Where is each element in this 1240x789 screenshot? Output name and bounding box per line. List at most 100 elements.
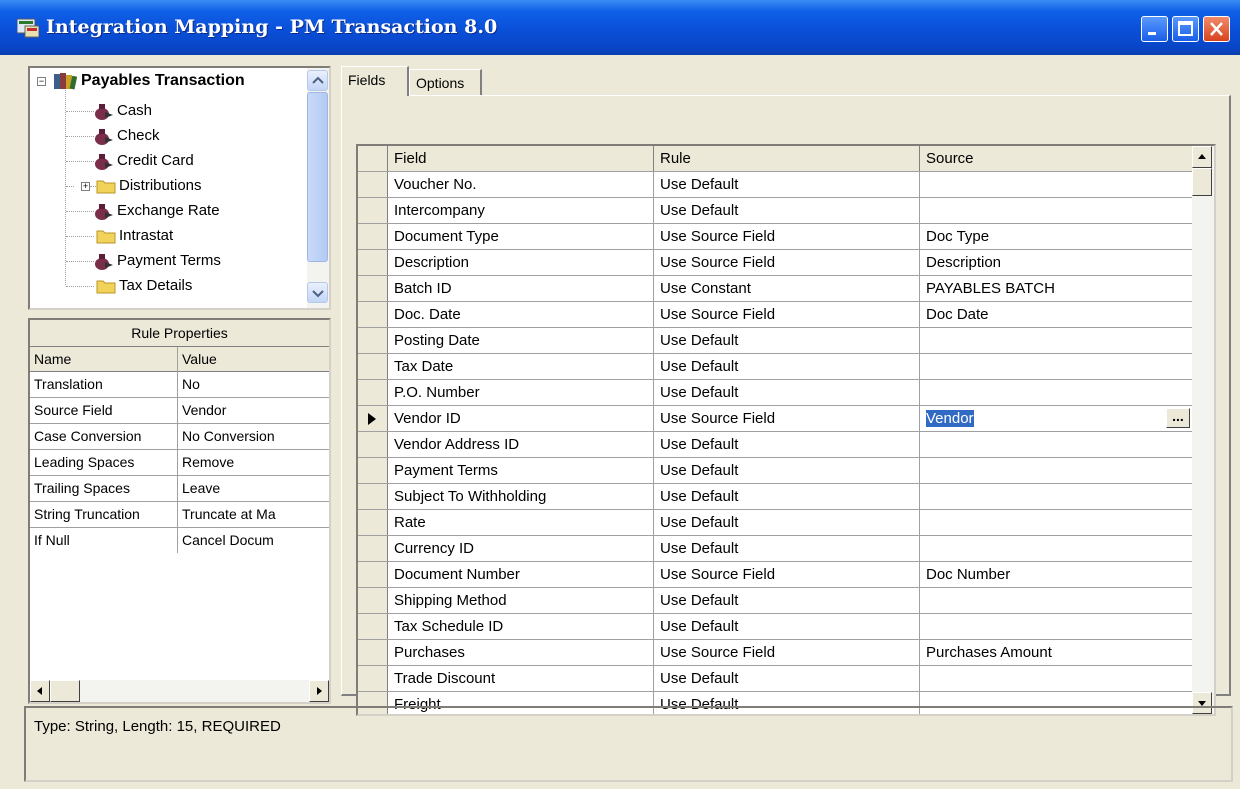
property-value[interactable]: Vendor: [178, 398, 329, 423]
row-selector[interactable]: [358, 328, 388, 353]
field-name-cell[interactable]: Doc. Date: [388, 302, 654, 327]
property-value[interactable]: Cancel Docum: [178, 528, 329, 553]
source-cell[interactable]: PAYABLES BATCH: [920, 276, 1194, 301]
source-cell[interactable]: [920, 172, 1194, 197]
source-cell[interactable]: Vendor: [920, 406, 1194, 431]
field-name-cell[interactable]: Vendor ID: [388, 406, 654, 431]
rule-cell[interactable]: Use Source Field: [654, 250, 920, 275]
field-name-cell[interactable]: Batch ID: [388, 276, 654, 301]
row-selector[interactable]: [358, 458, 388, 483]
tab-fields[interactable]: Fields: [341, 66, 409, 96]
fields-grid[interactable]: Field Rule Source Voucher No. Use Default…: [356, 144, 1216, 716]
field-row[interactable]: Trade Discount Use Default: [358, 666, 1194, 692]
collapse-root-toggle[interactable]: −: [37, 77, 46, 86]
browse-source-button[interactable]: ...: [1166, 408, 1190, 428]
rule-properties-grid[interactable]: Rule Properties Name Value Translation N…: [28, 318, 331, 704]
scroll-right-button[interactable]: [309, 680, 329, 702]
row-selector[interactable]: [358, 198, 388, 223]
row-selector[interactable]: [358, 614, 388, 639]
property-row-case-conversion[interactable]: Case Conversion No Conversion: [30, 424, 329, 450]
source-cell[interactable]: [920, 198, 1194, 223]
rule-cell[interactable]: Use Source Field: [654, 640, 920, 665]
field-row[interactable]: Doc. Date Use Source Field Doc Date: [358, 302, 1194, 328]
rule-cell[interactable]: Use Default: [654, 510, 920, 535]
field-name-cell[interactable]: Document Number: [388, 562, 654, 587]
field-row[interactable]: Description Use Source Field Description: [358, 250, 1194, 276]
field-row[interactable]: Purchases Use Source Field Purchases Amoun…: [358, 640, 1194, 666]
field-name-cell[interactable]: Tax Schedule ID: [388, 614, 654, 639]
row-selector[interactable]: [358, 588, 388, 613]
property-value[interactable]: Remove: [178, 450, 329, 475]
field-name-cell[interactable]: Posting Date: [388, 328, 654, 353]
rule-cell[interactable]: Use Source Field: [654, 224, 920, 249]
field-row[interactable]: Subject To Withholding Use Default: [358, 484, 1194, 510]
property-row-if-null[interactable]: If Null Cancel Docum: [30, 528, 329, 553]
rule-cell[interactable]: Use Default: [654, 614, 920, 639]
field-name-cell[interactable]: Intercompany: [388, 198, 654, 223]
tree-item-payment-terms[interactable]: Payment Terms: [94, 248, 221, 273]
tree-item-intrastat[interactable]: Intrastat: [96, 223, 173, 248]
tree-item-distributions[interactable]: Distributions: [96, 173, 202, 198]
rule-cell[interactable]: Use Default: [654, 588, 920, 613]
property-value[interactable]: Leave: [178, 476, 329, 501]
minimize-button[interactable]: [1141, 16, 1168, 42]
field-row[interactable]: Posting Date Use Default: [358, 328, 1194, 354]
field-name-cell[interactable]: Purchases: [388, 640, 654, 665]
rule-cell[interactable]: Use Constant: [654, 276, 920, 301]
field-name-cell[interactable]: Shipping Method: [388, 588, 654, 613]
column-header-value[interactable]: Value: [178, 347, 329, 372]
source-cell[interactable]: [920, 614, 1194, 639]
rule-cell[interactable]: Use Source Field: [654, 302, 920, 327]
row-selector[interactable]: [358, 666, 388, 691]
field-name-cell[interactable]: P.O. Number: [388, 380, 654, 405]
rule-cell[interactable]: Use Default: [654, 432, 920, 457]
row-selector[interactable]: [358, 250, 388, 275]
field-row[interactable]: Vendor Address ID Use Default: [358, 432, 1194, 458]
source-cell[interactable]: [920, 354, 1194, 379]
field-name-cell[interactable]: Tax Date: [388, 354, 654, 379]
field-row[interactable]: Currency ID Use Default: [358, 536, 1194, 562]
scroll-left-button[interactable]: [30, 680, 50, 702]
source-cell[interactable]: [920, 588, 1194, 613]
fields-scroll-up-button[interactable]: [1192, 146, 1212, 168]
source-cell[interactable]: Purchases Amount: [920, 640, 1194, 665]
field-name-cell[interactable]: Currency ID: [388, 536, 654, 561]
field-row[interactable]: Intercompany Use Default: [358, 198, 1194, 224]
field-row[interactable]: Document Number Use Source Field Doc Numbe…: [358, 562, 1194, 588]
field-row[interactable]: Payment Terms Use Default: [358, 458, 1194, 484]
field-name-cell[interactable]: Voucher No.: [388, 172, 654, 197]
maximize-button[interactable]: [1172, 16, 1199, 42]
property-row-translation[interactable]: Translation No: [30, 372, 329, 398]
tree-root[interactable]: Payables Transaction: [52, 68, 245, 93]
row-selector[interactable]: [358, 484, 388, 509]
property-value[interactable]: Truncate at Ma: [178, 502, 329, 527]
properties-horizontal-scrollbar[interactable]: [30, 680, 329, 702]
field-row[interactable]: Vendor ID Use Source Field Vendor...: [358, 406, 1194, 432]
field-row[interactable]: P.O. Number Use Default: [358, 380, 1194, 406]
property-row-source-field[interactable]: Source Field Vendor: [30, 398, 329, 424]
field-row[interactable]: Voucher No. Use Default: [358, 172, 1194, 198]
field-name-cell[interactable]: Document Type: [388, 224, 654, 249]
field-name-cell[interactable]: Payment Terms: [388, 458, 654, 483]
column-header-name[interactable]: Name: [30, 347, 178, 372]
row-selector[interactable]: [358, 432, 388, 457]
tree-scroll-thumb[interactable]: [307, 92, 328, 262]
row-selector[interactable]: [358, 510, 388, 535]
source-cell[interactable]: [920, 666, 1194, 691]
source-cell[interactable]: [920, 484, 1194, 509]
field-row[interactable]: Tax Schedule ID Use Default: [358, 614, 1194, 640]
rule-cell[interactable]: Use Default: [654, 666, 920, 691]
tree-item-cash[interactable]: Cash: [94, 98, 152, 123]
fields-scroll-thumb[interactable]: [1192, 168, 1212, 196]
rule-cell[interactable]: Use Default: [654, 354, 920, 379]
field-name-cell[interactable]: Rate: [388, 510, 654, 535]
field-row[interactable]: Document Type Use Source Field Doc Type: [358, 224, 1194, 250]
row-selector[interactable]: [358, 536, 388, 561]
field-row[interactable]: Tax Date Use Default: [358, 354, 1194, 380]
source-cell[interactable]: Description: [920, 250, 1194, 275]
expand-distributions-toggle[interactable]: +: [81, 182, 90, 191]
source-cell[interactable]: [920, 458, 1194, 483]
rule-cell[interactable]: Use Source Field: [654, 406, 920, 431]
rule-cell[interactable]: Use Default: [654, 328, 920, 353]
fields-vertical-scrollbar[interactable]: [1192, 146, 1214, 714]
